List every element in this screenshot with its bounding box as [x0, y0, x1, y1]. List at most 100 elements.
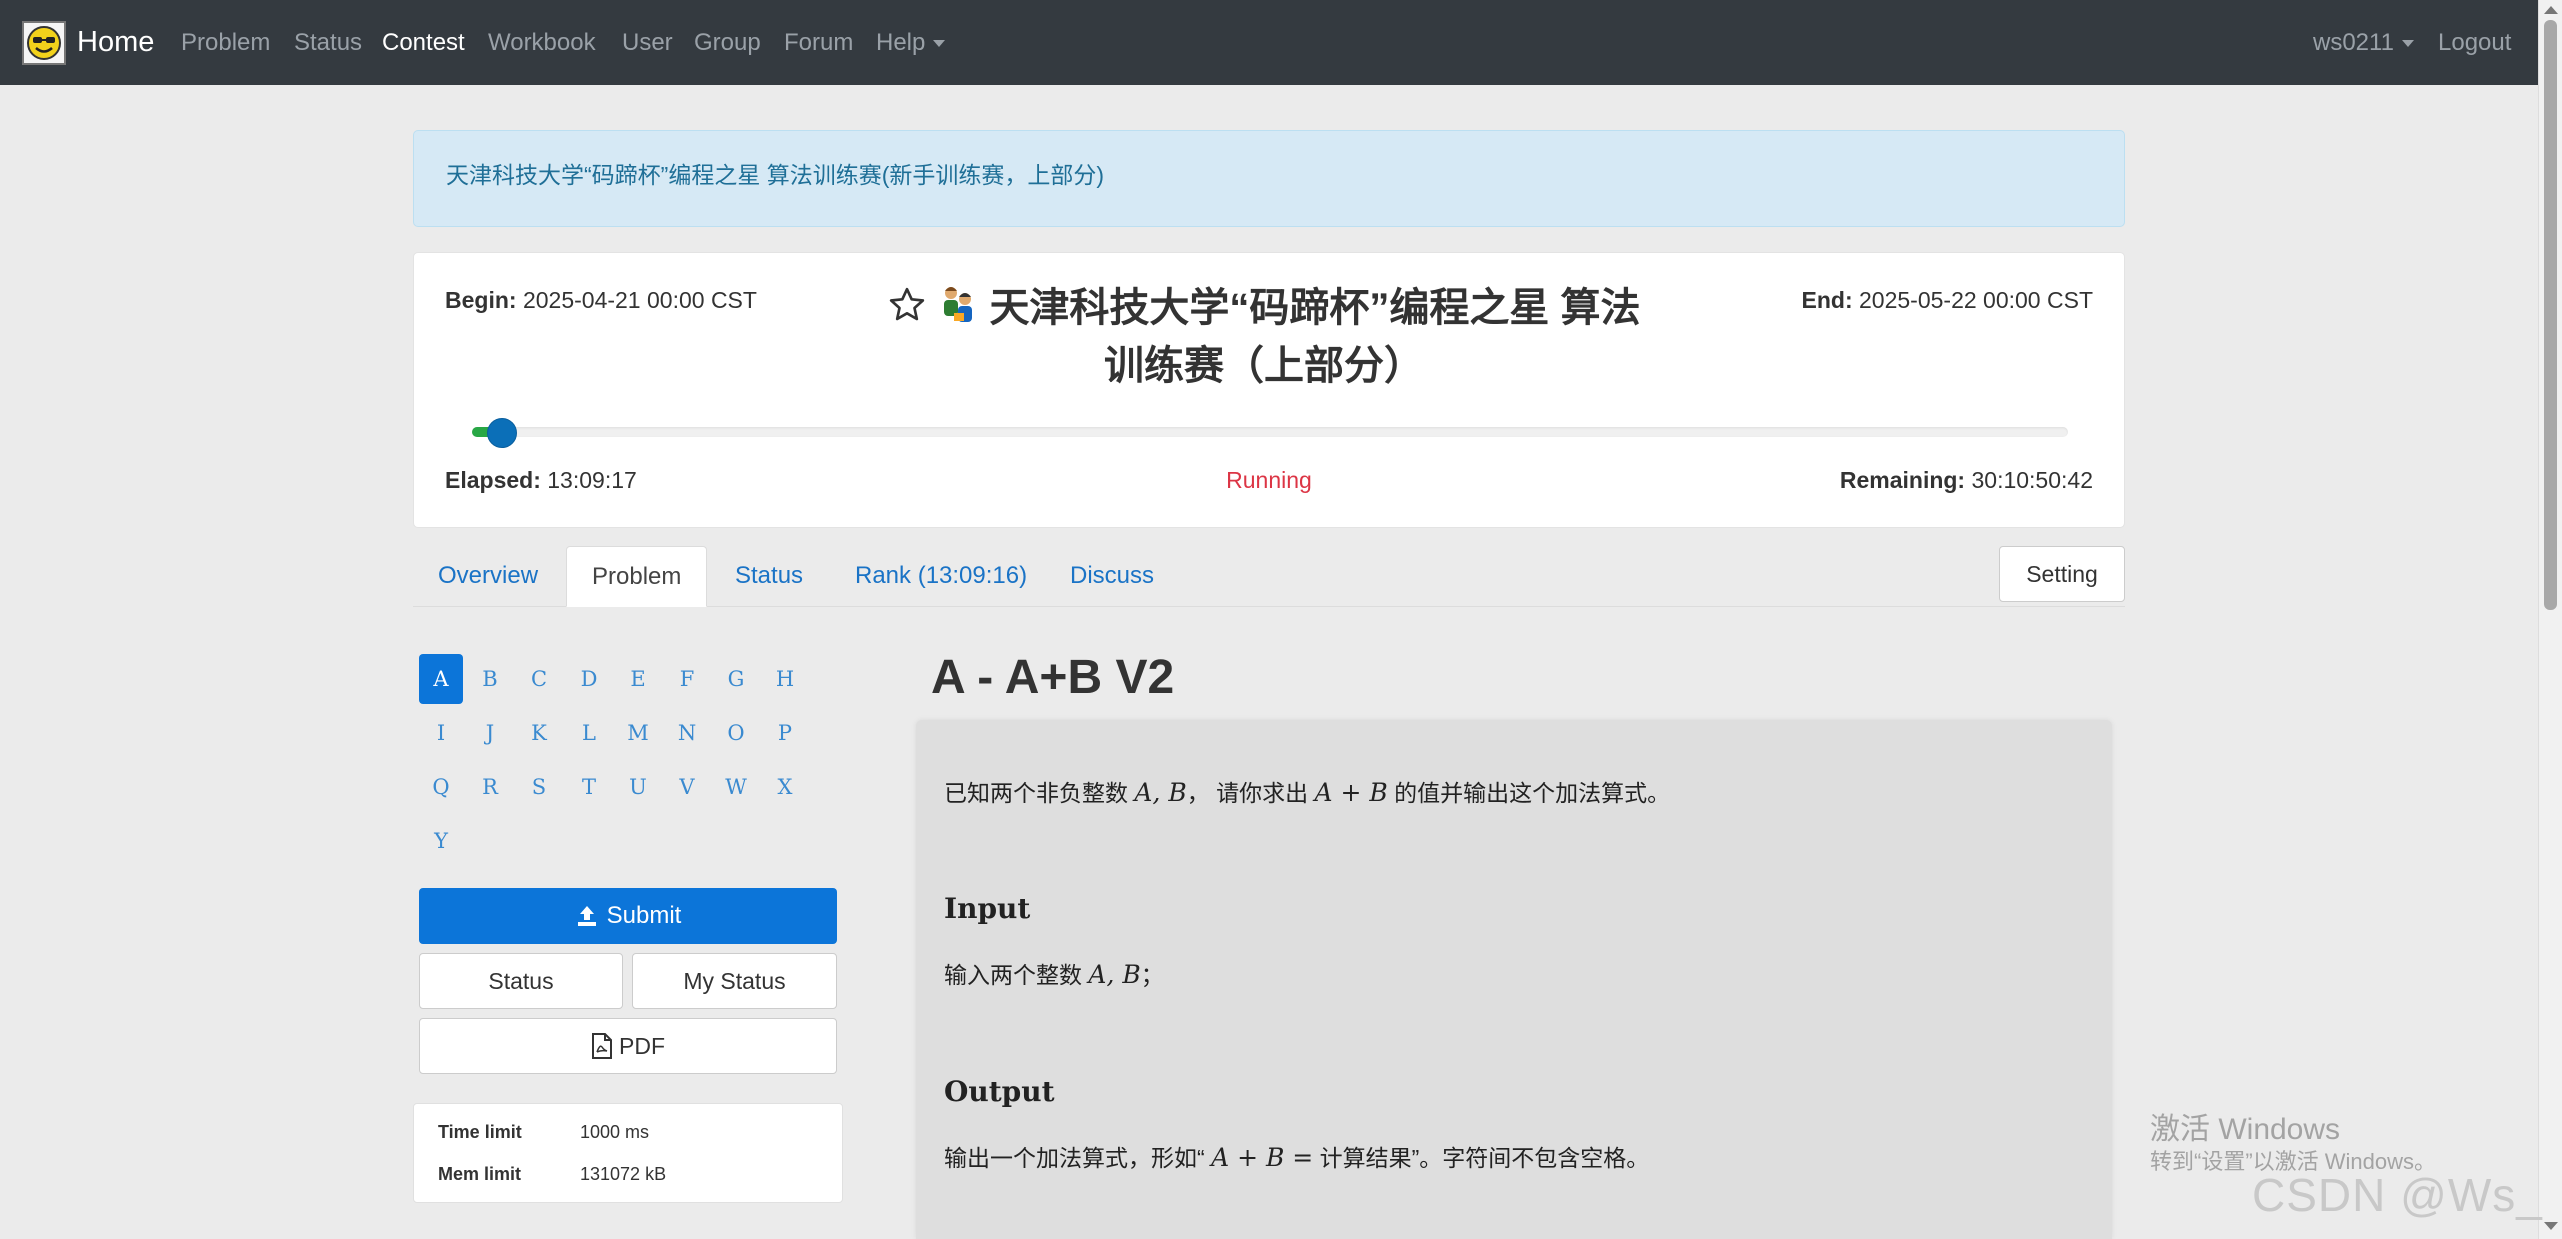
- problem-letter-k[interactable]: K: [517, 708, 561, 758]
- problem-letter-w[interactable]: W: [714, 762, 758, 812]
- begin-value: 2025-04-21 00:00 CST: [522, 287, 757, 313]
- problem-letter-g[interactable]: G: [714, 654, 758, 704]
- problem-letter-o[interactable]: O: [714, 708, 758, 758]
- logout-link[interactable]: Logout: [2438, 0, 2511, 85]
- problem-letter-s[interactable]: S: [517, 762, 561, 812]
- problem-letter-n[interactable]: N: [665, 708, 709, 758]
- input-heading: Input: [944, 892, 1031, 925]
- team-people-icon: [937, 283, 979, 341]
- problem-letter-u[interactable]: U: [616, 762, 660, 812]
- begin-label: Begin:: [445, 287, 517, 313]
- problem-title: A - A+B V2: [931, 651, 1175, 704]
- desc-pre: 已知两个非负整数: [944, 780, 1128, 806]
- time-limit-label: Time limit: [438, 1122, 522, 1142]
- problem-letter-p[interactable]: P: [763, 708, 807, 758]
- output-description: 输出一个加法算式，形如“ A + B = 计算结果”。字符间不包含空格。: [944, 1139, 1649, 1173]
- problem-letter-q[interactable]: Q: [419, 762, 463, 812]
- chevron-down-icon: [933, 40, 946, 48]
- pdf-button[interactable]: PDF: [419, 1018, 837, 1074]
- nav-help-label: Help: [876, 29, 926, 56]
- scroll-down-icon[interactable]: [2544, 1222, 2558, 1230]
- contest-alert: 天津科技大学“码蹄杯”编程之星 算法训练赛(新手训练赛，上部分): [413, 130, 2125, 227]
- upload-icon: [577, 906, 596, 926]
- contest-end: End: 2025-05-22 00:00 CST: [1802, 287, 2094, 314]
- nav-problem[interactable]: Problem: [181, 0, 270, 85]
- progress-slider-handle[interactable]: [487, 418, 517, 448]
- submit-button[interactable]: Submit: [419, 888, 837, 944]
- nav-home[interactable]: Home: [77, 0, 154, 85]
- nav-user[interactable]: User: [622, 0, 673, 85]
- pdf-file-icon: [592, 1033, 612, 1059]
- scrollbar-thumb[interactable]: [2544, 20, 2557, 610]
- user-name: ws0211: [2313, 29, 2394, 56]
- top-navbar: Home Problem Status Contest Workbook Use…: [0, 0, 2538, 85]
- chevron-down-icon: [2401, 40, 2414, 48]
- nav-status[interactable]: Status: [294, 0, 362, 85]
- problem-letter-y[interactable]: Y: [419, 816, 463, 866]
- problem-letter-v[interactable]: V: [665, 762, 709, 812]
- problem-letter-h[interactable]: H: [763, 654, 807, 704]
- nav-help-dropdown[interactable]: Help: [876, 0, 946, 85]
- contest-progress-bar: [472, 418, 2068, 448]
- mem-limit-value: 131072 kB: [580, 1164, 667, 1184]
- scroll-up-icon[interactable]: [2544, 6, 2558, 14]
- nav-workbook[interactable]: Workbook: [488, 0, 596, 85]
- contest-title: 天津科技大学“码蹄杯”编程之星 算法 训练赛（上部分）: [864, 283, 1664, 391]
- nav-contest[interactable]: Contest: [382, 0, 465, 85]
- contest-info-card: Begin: 2025-04-21 00:00 CST 天津科技大学“码蹄杯”编…: [413, 252, 2125, 528]
- problem-letter-b[interactable]: B: [468, 654, 512, 704]
- desc-expr: A + B: [1314, 778, 1388, 807]
- time-limit-value: 1000 ms: [580, 1122, 650, 1142]
- output-expr: A + B =: [1211, 1143, 1314, 1172]
- desc-mid: ， 请你求出: [1186, 780, 1309, 806]
- problem-letter-x[interactable]: X: [763, 762, 807, 812]
- contest-begin: Begin: 2025-04-21 00:00 CST: [445, 287, 757, 314]
- site-logo-icon[interactable]: [22, 21, 66, 65]
- problem-letter-c[interactable]: C: [517, 654, 561, 704]
- contest-title-line2: 训练赛（上部分）: [1104, 344, 1424, 388]
- problem-description: 已知两个非负整数 A, B， 请你求出 A + B 的值并输出这个加法算式。: [944, 774, 1670, 808]
- problem-letter-d[interactable]: D: [567, 654, 611, 704]
- problem-limits-panel: Time limit 1000 ms Mem limit 131072 kB: [413, 1103, 843, 1203]
- remaining-label: Remaining:: [1839, 467, 1966, 493]
- problem-letter-m[interactable]: M: [616, 708, 660, 758]
- problem-statement: 已知两个非负整数 A, B， 请你求出 A + B 的值并输出这个加法算式。 I…: [916, 720, 2112, 1239]
- tab-problem[interactable]: Problem: [566, 546, 708, 607]
- tab-status[interactable]: Status: [710, 546, 828, 606]
- output-pre: 输出一个加法算式，形如“: [944, 1145, 1205, 1171]
- windows-activation-watermark: 激活 Windows: [2150, 1113, 2341, 1146]
- my-status-button[interactable]: My Status: [632, 953, 837, 1009]
- problem-letter-r[interactable]: R: [468, 762, 512, 812]
- problem-letter-j[interactable]: J: [468, 708, 512, 758]
- problem-letter-e[interactable]: E: [616, 654, 660, 704]
- desc-vars: A, B: [1134, 778, 1187, 807]
- problem-letter-t[interactable]: T: [567, 762, 611, 812]
- pdf-label: PDF: [619, 1032, 665, 1059]
- setting-button[interactable]: Setting: [1999, 546, 2125, 602]
- contest-remaining: Remaining: 30:10:50:42: [1840, 467, 2093, 494]
- input-post: ；: [1140, 962, 1164, 988]
- star-icon[interactable]: [887, 285, 927, 337]
- tab-overview[interactable]: Overview: [413, 546, 563, 606]
- tab-discuss[interactable]: Discuss: [1045, 546, 1179, 606]
- alert-text: 天津科技大学“码蹄杯”编程之星 算法训练赛(新手训练赛，上部分): [446, 162, 1105, 188]
- problem-letter-a[interactable]: A: [419, 654, 463, 704]
- user-menu-dropdown[interactable]: ws0211: [2313, 0, 2414, 85]
- output-heading: Output: [944, 1075, 1055, 1108]
- input-vars: A, B: [1088, 960, 1141, 989]
- output-post: 计算结果”。字符间不包含空格。: [1319, 1145, 1650, 1171]
- end-label: End:: [1801, 287, 1853, 313]
- desc-post: 的值并输出这个加法算式。: [1394, 780, 1671, 806]
- tab-rank[interactable]: Rank (13:09:16): [830, 546, 1052, 606]
- problem-letter-i[interactable]: I: [419, 708, 463, 758]
- submit-label: Submit: [606, 902, 682, 929]
- status-button[interactable]: Status: [419, 953, 623, 1009]
- input-pre: 输入两个整数: [944, 962, 1082, 988]
- nav-group[interactable]: Group: [694, 0, 761, 85]
- csdn-watermark: CSDN @Ws_: [2252, 1169, 2543, 1221]
- page-scrollbar[interactable]: [2538, 0, 2562, 1239]
- nav-forum[interactable]: Forum: [784, 0, 853, 85]
- remaining-value: 30:10:50:42: [1971, 467, 2093, 493]
- problem-letter-l[interactable]: L: [567, 708, 611, 758]
- problem-letter-f[interactable]: F: [665, 654, 709, 704]
